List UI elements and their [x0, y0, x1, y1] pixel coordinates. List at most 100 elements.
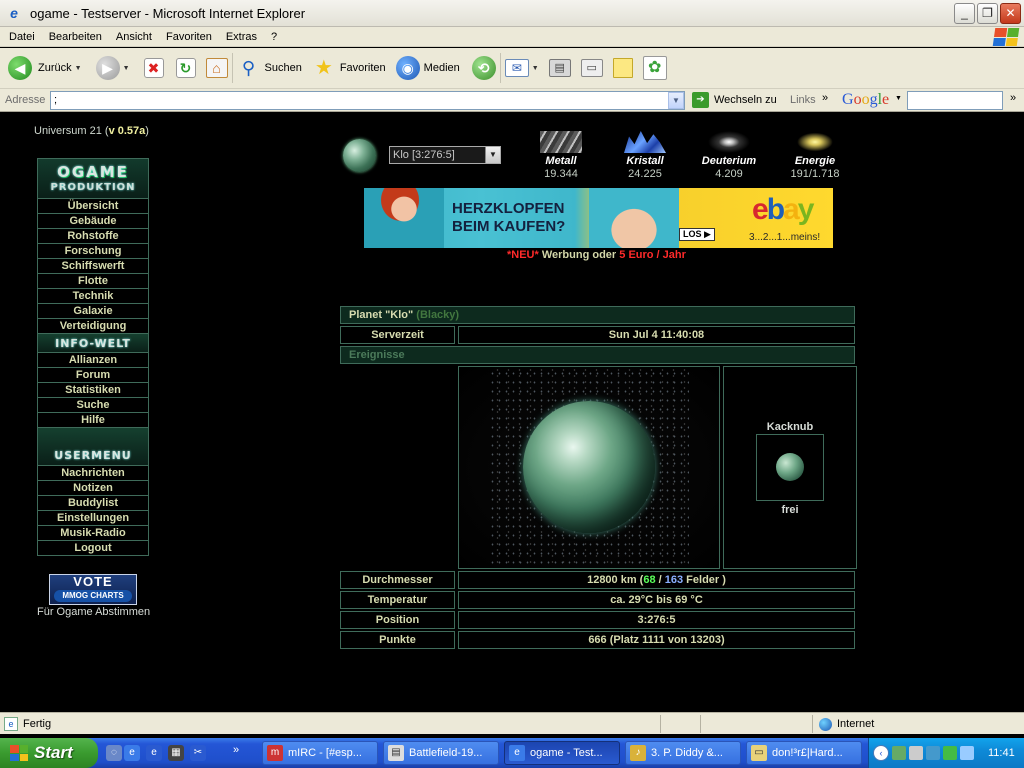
- nav-logout[interactable]: Logout: [37, 541, 149, 556]
- menu-datei[interactable]: Datei: [0, 31, 42, 43]
- nav-buddylist[interactable]: Buddylist: [37, 496, 149, 511]
- folder-icon: ▭: [751, 745, 767, 761]
- close-button[interactable]: ✕: [1000, 3, 1021, 24]
- history-button[interactable]: ⟲: [471, 51, 496, 85]
- media-button[interactable]: ◉ Medien: [395, 51, 460, 85]
- menu-help[interactable]: ?: [264, 31, 284, 43]
- go-button[interactable]: ➔ Wechseln zu: [692, 92, 777, 108]
- nav-flotte[interactable]: Flotte: [37, 274, 149, 289]
- menu-bar: Datei Bearbeiten Ansicht Favoriten Extra…: [0, 27, 1024, 47]
- forward-dropdown-icon[interactable]: ▼: [123, 65, 130, 72]
- search-button[interactable]: ⚲ Suchen: [237, 51, 302, 85]
- start-button[interactable]: Start: [0, 738, 98, 768]
- ad-offer-text: Werbung oder: [538, 249, 620, 261]
- task-ogame[interactable]: e ogame - Test...: [504, 741, 620, 765]
- quicklaunch-chevron-icon[interactable]: »: [233, 744, 239, 756]
- temperature-value: ca. 29°C bis 69 °C: [458, 591, 855, 609]
- tray-network-icon[interactable]: [892, 746, 906, 760]
- refresh-button[interactable]: ↻: [175, 51, 196, 85]
- print-button[interactable]: ▤: [548, 51, 571, 85]
- nav-gebaeude[interactable]: Gebäude: [37, 214, 149, 229]
- quicklaunch-ie-icon[interactable]: e: [124, 745, 140, 761]
- links-label[interactable]: Links: [790, 94, 816, 106]
- resource-name: Energie: [794, 155, 836, 167]
- home-button[interactable]: ⌂: [205, 51, 228, 85]
- menu-ansicht[interactable]: Ansicht: [109, 31, 159, 43]
- google-search-input[interactable]: [907, 91, 1003, 110]
- task-diddy[interactable]: ♪ 3. P. Diddy &...: [625, 741, 741, 765]
- tray-expand-icon[interactable]: ‹: [873, 745, 889, 761]
- nav-suche[interactable]: Suche: [37, 398, 149, 413]
- position-value[interactable]: 3:276:5: [458, 611, 855, 629]
- links-chevron-icon[interactable]: »: [822, 92, 828, 104]
- usermenu-header: USERMENU: [37, 428, 149, 466]
- forward-button[interactable]: ▶ ▼: [95, 51, 130, 85]
- tray-app-icon[interactable]: [943, 746, 957, 760]
- nav-einstellungen[interactable]: Einstellungen: [37, 511, 149, 526]
- nav-rohstoffe[interactable]: Rohstoffe: [37, 229, 149, 244]
- back-dropdown-icon[interactable]: ▼: [75, 65, 82, 72]
- nav-allianzen[interactable]: Allianzen: [37, 353, 149, 368]
- moon-image-frame[interactable]: [756, 434, 824, 501]
- icq-flower-icon: ✿: [642, 56, 667, 80]
- nav-musik-radio[interactable]: Musik-Radio: [37, 526, 149, 541]
- notes-button[interactable]: [612, 51, 633, 85]
- nav-hilfe[interactable]: Hilfe: [37, 413, 149, 428]
- ad-free-offer[interactable]: *NEU* Werbung oder 5 Euro / Jahr: [507, 249, 686, 261]
- task-mirc[interactable]: m mIRC - [#esp...: [262, 741, 378, 765]
- task-battlefield[interactable]: ▤ Battlefield-19...: [383, 741, 499, 765]
- nav-verteidigung[interactable]: Verteidigung: [37, 319, 149, 334]
- google-dropdown-icon[interactable]: ▼: [895, 95, 902, 102]
- edit-button[interactable]: ▭: [580, 51, 603, 85]
- planet-image[interactable]: [523, 401, 655, 533]
- quicklaunch-browser-icon[interactable]: e: [146, 745, 162, 761]
- stop-button[interactable]: ✖: [143, 51, 164, 85]
- nav-galaxie[interactable]: Galaxie: [37, 304, 149, 319]
- menu-bearbeiten[interactable]: Bearbeiten: [42, 31, 109, 43]
- nav-statistiken[interactable]: Statistiken: [37, 383, 149, 398]
- chevron-down-icon[interactable]: ▼: [485, 147, 500, 163]
- window-controls: _ ❐ ✕: [954, 3, 1021, 24]
- banner-los-button[interactable]: LOS ▶: [679, 228, 715, 241]
- address-bar: Adresse ; ▼ ➔ Wechseln zu Links » Google…: [0, 89, 1024, 112]
- back-button[interactable]: ◀ Zurück ▼: [8, 51, 82, 85]
- moon-name: Kacknub: [766, 421, 814, 433]
- google-logo[interactable]: Google: [842, 91, 889, 109]
- planet-select[interactable]: Klo [3:276:5] ▼: [389, 146, 501, 164]
- task-hard[interactable]: ▭ don!³r£|Hard...: [746, 741, 862, 765]
- minimize-button[interactable]: _: [954, 3, 975, 24]
- nav-forum[interactable]: Forum: [37, 368, 149, 383]
- menu-favoriten[interactable]: Favoriten: [159, 31, 219, 43]
- nav-uebersicht[interactable]: Übersicht: [37, 199, 149, 214]
- nav-schiffswerft[interactable]: Schiffswerft: [37, 259, 149, 274]
- vote-caption: Für Ogame Abstimmen: [37, 606, 151, 618]
- address-dropdown-icon[interactable]: ▼: [668, 92, 684, 109]
- favorites-button[interactable]: ★ Favoriten: [312, 51, 386, 85]
- ebay-ad-banner[interactable]: HERZKLOPFEN BEIM KAUFEN? LOS ▶ ebay 3...…: [364, 188, 833, 248]
- volume-icon[interactable]: [960, 746, 974, 760]
- mail-dropdown-icon[interactable]: ▼: [532, 65, 539, 72]
- nav-nachrichten[interactable]: Nachrichten: [37, 466, 149, 481]
- vote-mmog-charts-button[interactable]: VOTE MMOG CHARTS: [49, 574, 137, 605]
- ie-icon: e: [10, 5, 18, 21]
- universe-close-paren: ): [145, 125, 149, 137]
- mail-button[interactable]: ✉ ▼: [504, 51, 539, 85]
- planet-thumbnail[interactable]: [343, 139, 376, 172]
- quicklaunch-explorer-icon[interactable]: ◌: [106, 745, 122, 761]
- google-chevron-icon[interactable]: »: [1010, 92, 1016, 104]
- nav-technik[interactable]: Technik: [37, 289, 149, 304]
- nav-forschung[interactable]: Forschung: [37, 244, 149, 259]
- banner-headline: HERZKLOPFEN BEIM KAUFEN?: [452, 200, 565, 236]
- maximize-button[interactable]: ❐: [977, 3, 998, 24]
- tray-monitor-icon[interactable]: [909, 746, 923, 760]
- refresh-icon: ↻: [175, 58, 196, 78]
- nav-notizen[interactable]: Notizen: [37, 481, 149, 496]
- address-input[interactable]: ;: [50, 91, 685, 110]
- media-label: Medien: [423, 62, 460, 74]
- windows-logo-icon: [992, 28, 1020, 46]
- quicklaunch-app-icon[interactable]: ▦: [168, 745, 184, 761]
- menu-extras[interactable]: Extras: [219, 31, 264, 43]
- icq-button[interactable]: ✿: [642, 51, 667, 85]
- tray-user-icon[interactable]: [926, 746, 940, 760]
- quicklaunch-tool-icon[interactable]: ✂: [190, 745, 206, 761]
